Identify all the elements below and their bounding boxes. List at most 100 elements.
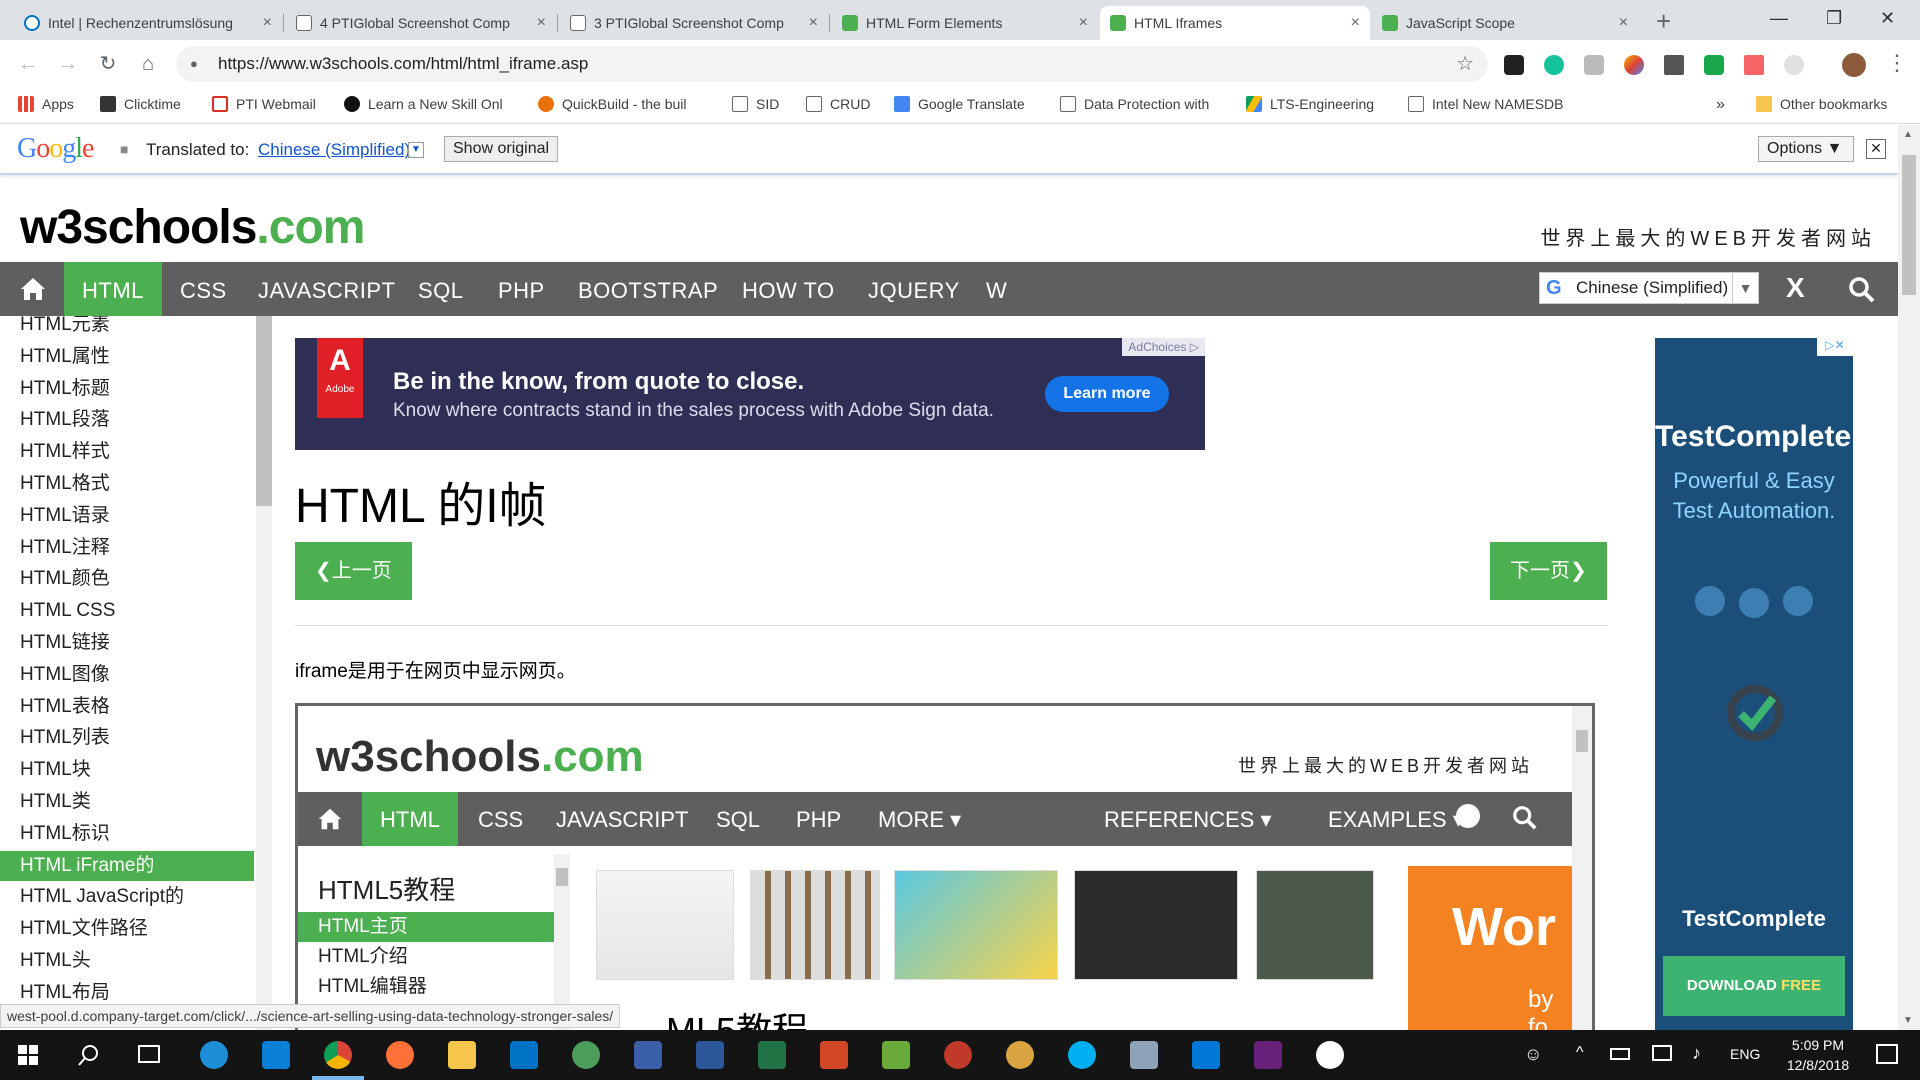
sidebar-item[interactable]: HTML JavaScript的: [0, 882, 254, 912]
close-window-button[interactable]: ✕: [1880, 8, 1895, 29]
extension-icon[interactable]: [1704, 55, 1724, 75]
iframe-nav-css[interactable]: CSS: [460, 792, 541, 846]
close-icon[interactable]: ×: [1619, 14, 1628, 32]
iframe-site-logo[interactable]: w3schools.com: [316, 732, 644, 782]
bookmark-sid[interactable]: SID: [732, 96, 779, 112]
iframe-sidebar-item[interactable]: HTML编辑器: [298, 972, 554, 1002]
sidebar-item[interactable]: HTML属性: [0, 342, 254, 372]
nav-javascript[interactable]: JAVASCRIPT: [240, 262, 413, 316]
show-original-button[interactable]: Show original: [444, 136, 559, 162]
menu-icon[interactable]: ⋮: [1886, 50, 1908, 76]
app-icon[interactable]: [1130, 1041, 1158, 1069]
chrome-icon[interactable]: [324, 1041, 352, 1069]
page-scrollbar[interactable]: ▲ ▼: [1898, 125, 1920, 1030]
avatar[interactable]: [1842, 53, 1866, 77]
visual-studio-icon[interactable]: [1254, 1041, 1282, 1069]
learn-more-button[interactable]: Learn more: [1045, 376, 1169, 412]
other-bookmarks[interactable]: Other bookmarks: [1756, 96, 1887, 112]
nav-how-to[interactable]: HOW TO: [724, 262, 853, 316]
tab-javascript-scope[interactable]: JavaScript Scope ×: [1372, 6, 1638, 40]
search-icon[interactable]: [1512, 805, 1538, 831]
language-select[interactable]: G Chinese (Simplified) ▼: [1539, 272, 1759, 304]
nav-sql[interactable]: SQL: [400, 262, 482, 316]
close-icon[interactable]: ✕: [1866, 139, 1886, 159]
remote-desktop-icon[interactable]: [634, 1041, 662, 1069]
tab-ptiglobal-3[interactable]: 3 PTIGlobal Screenshot Comp ×: [560, 6, 828, 40]
sidebar-item[interactable]: HTML颜色: [0, 564, 254, 594]
translate-language-link[interactable]: Chinese (Simplified): [258, 140, 410, 160]
powerpoint-icon[interactable]: [820, 1041, 848, 1069]
extension-icon[interactable]: [1584, 55, 1604, 75]
bookmark-crud[interactable]: CRUD: [806, 96, 870, 112]
people-icon[interactable]: ☺: [1524, 1044, 1542, 1065]
globe-icon[interactable]: [1456, 804, 1480, 828]
sidebar-item[interactable]: HTML CSS: [0, 596, 254, 626]
sidebar-item[interactable]: HTML格式: [0, 469, 254, 499]
tab-intel[interactable]: Intel | Rechenzentrumslösung ×: [14, 6, 282, 40]
grammarly-icon[interactable]: [1544, 55, 1564, 75]
nav-html[interactable]: HTML: [64, 262, 162, 316]
iframe-nav-sql[interactable]: SQL: [698, 792, 778, 846]
minimize-button[interactable]: —: [1770, 8, 1788, 29]
bookmarks-overflow-button[interactable]: »: [1716, 96, 1725, 114]
testcomplete-ad[interactable]: ▷✕ TestComplete: Powerful & Easy Test Au…: [1655, 338, 1853, 1030]
close-icon[interactable]: ×: [263, 14, 272, 32]
next-page-button[interactable]: 下一页❯: [1490, 542, 1607, 600]
home-icon[interactable]: [316, 805, 344, 833]
forward-button[interactable]: →: [54, 50, 82, 78]
maximize-button[interactable]: ❐: [1826, 8, 1842, 29]
close-icon[interactable]: ×: [809, 14, 818, 32]
bookmark-google-translate[interactable]: Google Translate: [894, 96, 1025, 112]
url-text[interactable]: https://www.w3schools.com/html/html_ifra…: [218, 54, 588, 74]
download-free-trial-button[interactable]: DOWNLOAD FREE TRIAL: [1663, 956, 1845, 1016]
extension-icon[interactable]: [1744, 55, 1764, 75]
extension-icon[interactable]: [1624, 55, 1644, 75]
ad-close-badge[interactable]: ▷✕: [1817, 338, 1853, 356]
sidebar-item[interactable]: HTML文件路径: [0, 914, 254, 944]
close-icon[interactable]: ×: [537, 14, 546, 32]
sidebar-item[interactable]: HTML元素: [0, 316, 254, 340]
bookmark-data-protection[interactable]: Data Protection with: [1060, 96, 1209, 112]
sidebar-item[interactable]: HTML列表: [0, 723, 254, 753]
sidebar-item[interactable]: HTML样式: [0, 437, 254, 467]
sidebar-item[interactable]: HTML标题: [0, 374, 254, 404]
scrollbar-thumb[interactable]: [1902, 155, 1916, 295]
stock-image[interactable]: [1256, 870, 1374, 980]
vscode-icon[interactable]: [1192, 1041, 1220, 1069]
search-icon[interactable]: [78, 1044, 100, 1066]
new-tab-button[interactable]: +: [1656, 6, 1671, 37]
stock-image[interactable]: [750, 870, 880, 980]
chevron-down-icon[interactable]: ▼: [408, 142, 424, 158]
extension-icon[interactable]: [1784, 55, 1804, 75]
address-bar[interactable]: ● https://www.w3schools.com/html/html_if…: [176, 46, 1488, 82]
sidebar-item[interactable]: HTML段落: [0, 405, 254, 435]
nav-w[interactable]: W: [968, 262, 1025, 316]
home-icon[interactable]: [18, 274, 48, 304]
word-icon[interactable]: [696, 1041, 724, 1069]
sidebar-item[interactable]: HTML注释: [0, 533, 254, 563]
bookmark-pti-webmail[interactable]: PTI Webmail: [212, 96, 316, 112]
skype-icon[interactable]: [1068, 1041, 1096, 1069]
slack-icon[interactable]: [1316, 1041, 1344, 1069]
nav-css[interactable]: CSS: [162, 262, 245, 316]
internet-explorer-icon[interactable]: [200, 1041, 228, 1069]
stock-image[interactable]: [894, 870, 1058, 980]
sidebar-item[interactable]: HTML表格: [0, 692, 254, 722]
iframe-sidebar-item[interactable]: HTML介绍: [298, 942, 554, 972]
nav-bootstrap[interactable]: BOOTSTRAP: [560, 262, 736, 316]
bookmark-learn-new-skill[interactable]: Learn a New Skill Onl: [344, 96, 503, 112]
close-icon[interactable]: ×: [1079, 14, 1088, 32]
battery-icon[interactable]: [1610, 1048, 1630, 1060]
app-icon[interactable]: [944, 1041, 972, 1069]
options-button[interactable]: Options ▼: [1758, 136, 1854, 162]
notifications-icon[interactable]: [1876, 1044, 1898, 1064]
outlook-icon[interactable]: [510, 1041, 538, 1069]
bookmark-clicktime[interactable]: Clicktime: [100, 96, 181, 112]
sidebar-item[interactable]: HTML iFrame的: [0, 850, 254, 881]
sidebar-scrollbar[interactable]: [256, 316, 272, 1030]
stock-image[interactable]: [1074, 870, 1238, 980]
bookmark-apps[interactable]: Apps: [18, 96, 74, 112]
bookmark-star-icon[interactable]: ☆: [1456, 51, 1474, 76]
excel-icon[interactable]: [758, 1041, 786, 1069]
volume-icon[interactable]: ♪: [1692, 1043, 1701, 1064]
